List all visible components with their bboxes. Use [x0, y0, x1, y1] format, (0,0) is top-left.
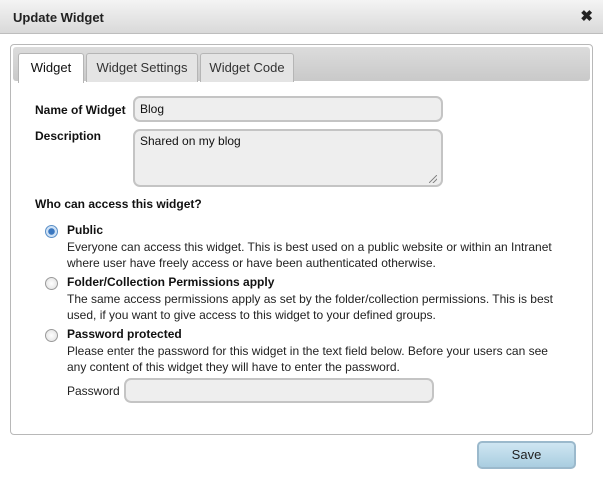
password-input[interactable]: [124, 378, 434, 403]
access-heading: Who can access this widget?: [35, 197, 202, 211]
option-password-line2: any content of this widget they will hav…: [67, 360, 400, 374]
option-folder-title: Folder/Collection Permissions apply: [67, 275, 275, 289]
option-folder-line2: used, if you want to give access to this…: [67, 308, 436, 322]
tab-bar: Widget Widget Settings Widget Code: [13, 47, 590, 83]
option-public-line2: where user have freely access or have be…: [67, 256, 436, 270]
tab-widget-code[interactable]: Widget Code: [200, 53, 294, 82]
save-button[interactable]: Save: [477, 441, 576, 469]
dialog-titlebar: Update Widget ✖: [0, 0, 603, 34]
option-public-title: Public: [67, 223, 104, 237]
resize-grip-icon[interactable]: [429, 175, 437, 183]
radio-password-protected[interactable]: [45, 329, 58, 342]
description-label: Description: [35, 129, 102, 143]
option-password-line1: Please enter the password for this widge…: [67, 344, 548, 358]
close-icon[interactable]: ✖: [580, 7, 593, 25]
password-label: Password: [67, 384, 120, 398]
dialog-title: Update Widget: [13, 10, 104, 25]
option-password-title: Password protected: [67, 327, 182, 341]
option-public-line1: Everyone can access this widget. This is…: [67, 240, 552, 254]
radio-folder-permissions[interactable]: [45, 277, 58, 290]
widget-name-input[interactable]: [133, 96, 443, 122]
option-folder-line1: The same access permissions apply as set…: [67, 292, 553, 306]
radio-public[interactable]: [45, 225, 58, 238]
description-textarea[interactable]: Shared on my blog: [133, 129, 443, 187]
tab-widget[interactable]: Widget: [18, 53, 84, 83]
tab-widget-settings[interactable]: Widget Settings: [86, 53, 198, 82]
widget-name-label: Name of Widget: [35, 103, 126, 117]
